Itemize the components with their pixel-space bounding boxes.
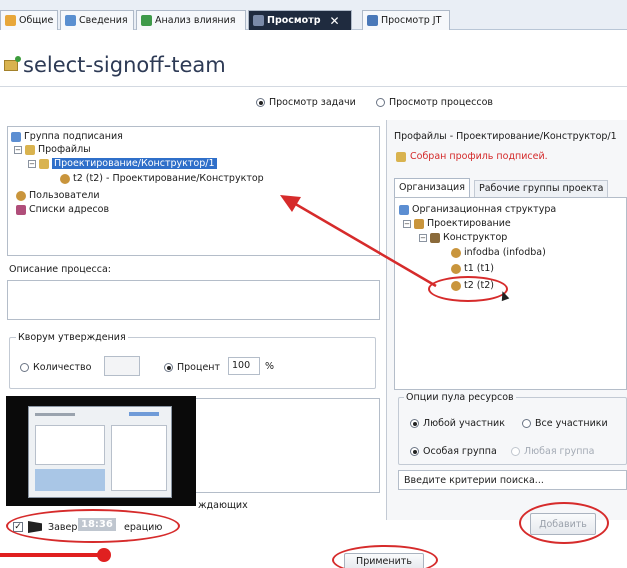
annotation-arrow-head bbox=[280, 195, 301, 212]
annotation-arrow-shaft bbox=[291, 200, 437, 288]
annotation-arrow bbox=[280, 195, 437, 288]
